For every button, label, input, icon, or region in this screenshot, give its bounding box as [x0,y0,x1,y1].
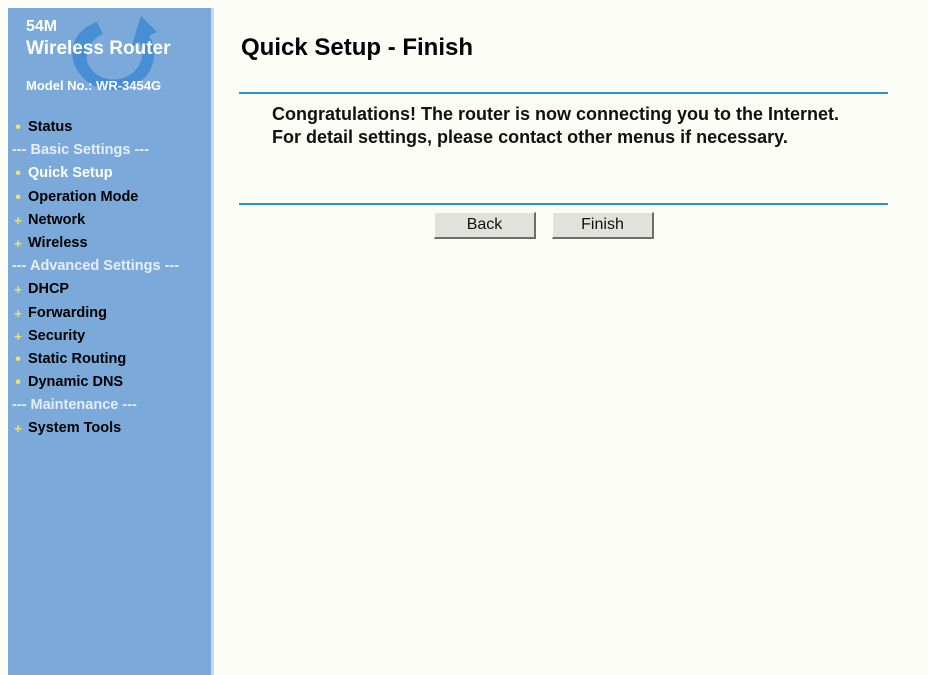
logo: 54M Wireless Router Model No.: WR-3454G [8,8,211,108]
bullet-dot-icon: • [15,119,21,136]
menu-item-label: System Tools [28,420,122,437]
menu-item-label: Dynamic DNS [28,374,124,391]
bullet-dot-icon: • [15,165,21,183]
menu-item-static-routing[interactable]: • Static Routing [8,348,211,371]
back-button[interactable]: Back [434,212,536,239]
menu-item-label: DHCP [28,281,70,298]
logo-line-1: 54M [26,18,58,35]
logo-model-number: Model No.: WR-3454G [26,78,162,93]
menu-item-label: Static Routing [28,350,127,367]
menu-item-network[interactable]: + Network [8,209,211,232]
menu-item-label: Security [28,327,86,344]
bullet-dot-icon: • [15,188,21,206]
page: 54M Wireless Router Model No.: WR-3454G … [0,0,928,675]
menu-header-advanced-settings: --- Advanced Settings --- [12,258,180,275]
main-content: Quick Setup - Finish Congratulations! Th… [214,8,928,675]
expand-plus-icon: + [14,282,22,298]
expand-plus-icon: + [14,421,22,437]
bullet-dot-icon: • [15,374,21,392]
bullet-dot-icon: • [15,350,21,368]
divider-top [239,92,888,94]
menu-item-dhcp[interactable]: + DHCP [8,278,211,301]
sidebar-menu: • Status --- Basic Settings --- • Quick Se… [8,116,211,441]
menu-item-wireless[interactable]: + Wireless [8,232,211,255]
menu-item-label: Wireless [28,234,88,251]
menu-item-dynamic-dns[interactable]: • Dynamic DNS [8,371,211,394]
expand-plus-icon: + [14,305,22,321]
menu-header-basic-settings: --- Basic Settings --- [12,142,149,159]
menu-item-status[interactable]: • Status [8,116,211,139]
expand-plus-icon: + [14,212,22,228]
expand-plus-icon: + [14,235,22,251]
menu-item-system-tools[interactable]: + System Tools [8,417,211,440]
divider-bottom [239,203,888,205]
menu-item-operation-mode[interactable]: • Operation Mode [8,186,211,209]
menu-item-security[interactable]: + Security [8,325,211,348]
menu-header-maintenance: --- Maintenance --- [12,397,137,414]
logo-line-2: Wireless Router [26,38,171,59]
finish-button[interactable]: Finish [552,212,654,239]
sidebar: 54M Wireless Router Model No.: WR-3454G … [8,8,214,675]
menu-item-quick-setup[interactable]: • Quick Setup [8,162,211,185]
page-title: Quick Setup - Finish [241,34,474,61]
menu-item-forwarding[interactable]: + Forwarding [8,302,211,325]
menu-item-label: Operation Mode [28,188,139,205]
expand-plus-icon: + [14,328,22,344]
menu-item-label: Forwarding [28,304,107,321]
menu-item-label: Quick Setup [28,165,113,182]
menu-item-label: Status [28,119,73,135]
success-message: Congratulations! The router is now conne… [272,104,840,147]
menu-item-label: Network [28,211,86,228]
